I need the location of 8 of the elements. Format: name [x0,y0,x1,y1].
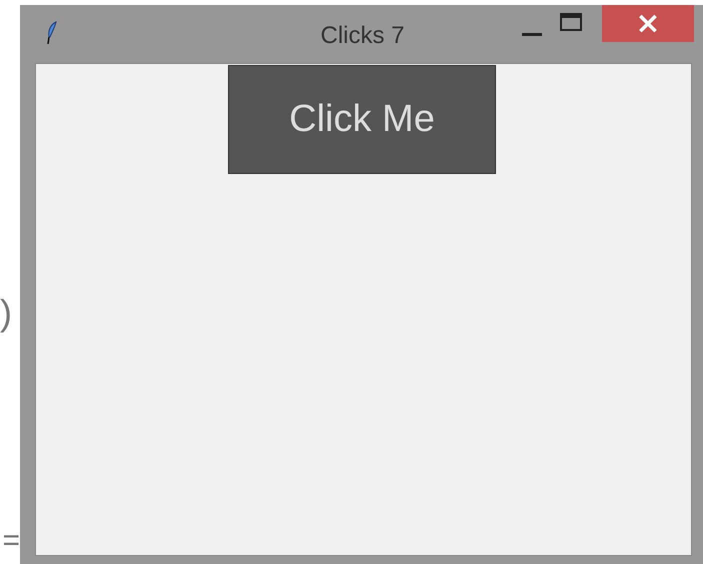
backdrop-text: ) [0,292,12,334]
maximize-icon[interactable] [560,13,582,31]
backdrop-text: = [2,524,20,558]
close-button[interactable]: × [602,5,694,42]
feather-icon [46,21,58,45]
minimize-icon[interactable] [522,33,542,37]
window-title: Clicks 7 [319,22,406,50]
click-me-button[interactable]: Click Me [228,65,496,174]
